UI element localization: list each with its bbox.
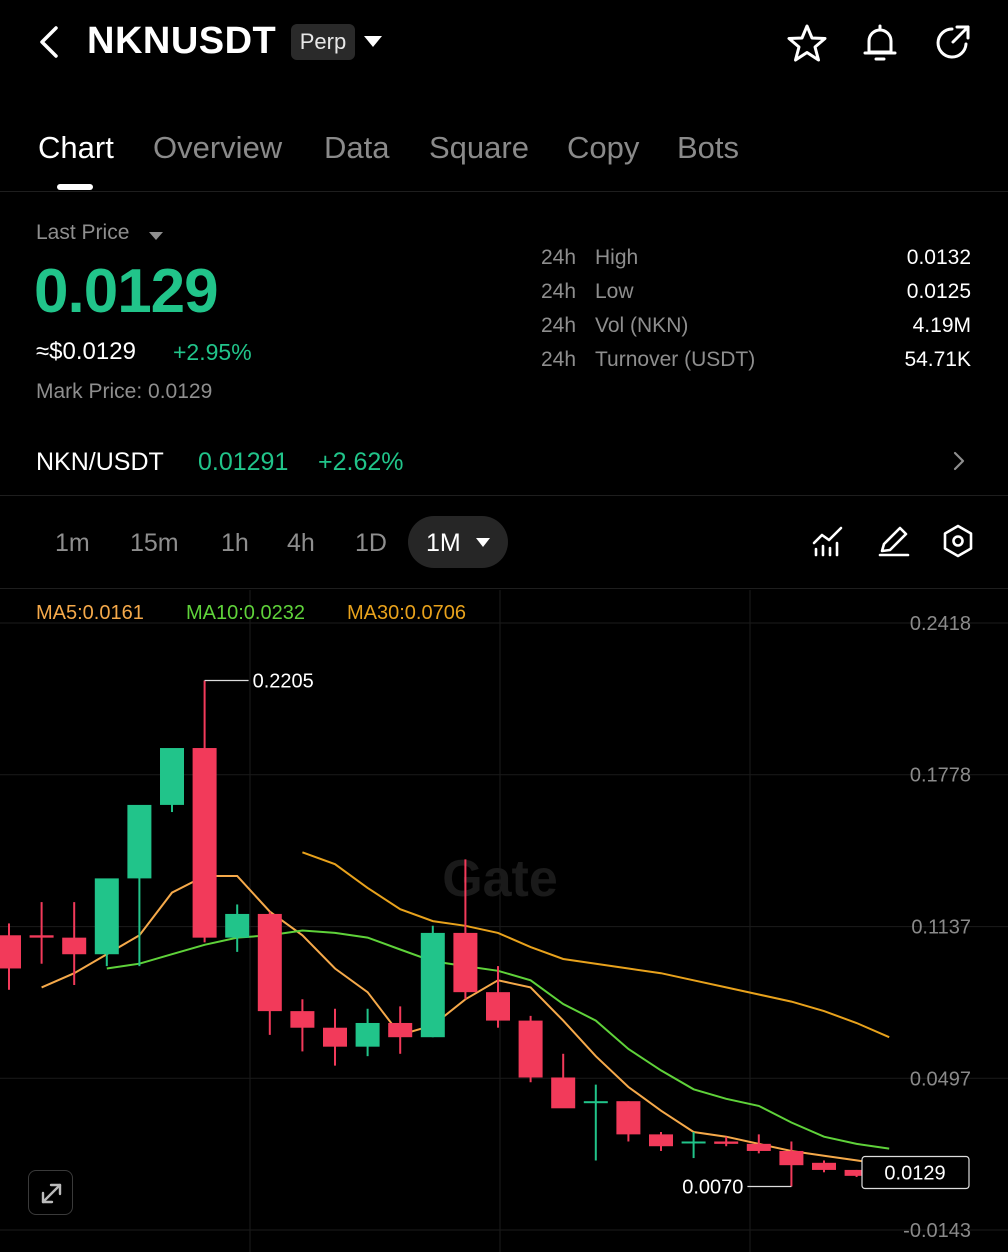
candle-body: [323, 1027, 347, 1047]
candle-body: [453, 932, 478, 993]
candle-body: [714, 1141, 739, 1144]
candle-body: [486, 992, 510, 1021]
stat-label-high: 24h High: [541, 246, 639, 269]
interval-selected[interactable]: 1M: [408, 516, 508, 568]
candle-body: [225, 913, 250, 938]
main-tabs: Chart Overview Data Square Copy Bots: [0, 120, 1008, 192]
y-axis-tick-label: 0.0497: [910, 1068, 971, 1090]
candle-body: [812, 1162, 836, 1170]
tab-data[interactable]: Data: [324, 130, 389, 166]
stat-value-low: 0.0125: [906, 280, 971, 303]
stat-label-low: 24h Low: [541, 280, 634, 303]
mark-price: Mark Price: 0.0129: [36, 380, 213, 403]
interval-dropdown-icon: [476, 538, 490, 547]
candle-body: [94, 878, 119, 955]
min-price-label: 0.0070: [682, 1177, 743, 1199]
expand-icon: [41, 1183, 62, 1204]
interval-selected-label: 1M: [426, 529, 461, 557]
stat-value-high: 0.0132: [906, 246, 971, 269]
candle-body: [388, 1022, 413, 1038]
y-axis-tick-label: 0.1137: [911, 917, 971, 939]
candle-body: [355, 1022, 380, 1047]
candle-body: [518, 1020, 543, 1078]
ma10-indicator: MA10:0.0232: [186, 602, 305, 624]
price-type-dropdown-icon[interactable]: [149, 232, 163, 240]
max-price-label: 0.2205: [253, 670, 314, 692]
candlestick-chart[interactable]: 0.2418 0.1778 0.1137 0.0497 -0.0143 Gate 0.220…: [0, 590, 1008, 1252]
spot-pair-name: NKN/USDT: [36, 448, 164, 476]
settings-icon[interactable]: [938, 521, 978, 561]
bell-icon[interactable]: [859, 22, 901, 64]
back-arrow-icon[interactable]: [34, 22, 64, 62]
stat-label-volume: 24h Vol (NKN): [541, 314, 689, 337]
stat-value-volume: 4.19M: [912, 314, 971, 337]
contract-type-badge[interactable]: Perp: [291, 24, 355, 60]
candle-body: [290, 1011, 315, 1028]
ma30-indicator: MA30:0.0706: [347, 602, 466, 624]
share-icon[interactable]: [932, 22, 974, 64]
ma30-line: [302, 851, 890, 1039]
interval-1m[interactable]: 1m: [55, 529, 90, 558]
interval-bar: 1m 15m 1h 4h 1D 1M: [0, 497, 1008, 589]
candle-body: [160, 748, 184, 805]
fullscreen-button[interactable]: [28, 1170, 73, 1215]
interval-15m[interactable]: 15m: [130, 529, 179, 558]
current-price-label: 0.0129: [884, 1163, 945, 1185]
chevron-right-icon: [953, 451, 965, 471]
draw-icon[interactable]: [874, 521, 914, 561]
price-change: +2.95%: [173, 339, 252, 365]
candle-body: [0, 935, 21, 969]
candle-body: [779, 1150, 804, 1166]
last-price: 0.0129: [34, 257, 219, 326]
ma5-indicator: MA5:0.0161: [36, 602, 144, 624]
price-chart[interactable]: 0.2418 0.1778 0.1137 0.0497 -0.0143 Gate 0.220…: [0, 590, 1008, 1252]
tab-copy[interactable]: Copy: [567, 130, 639, 166]
spot-pair-change: +2.62%: [318, 448, 404, 476]
candle-body: [551, 1077, 576, 1109]
interval-1h[interactable]: 1h: [221, 529, 249, 558]
candle-body: [583, 1101, 608, 1104]
candle-body: [62, 937, 87, 955]
symbol-dropdown-icon[interactable]: [364, 36, 382, 47]
y-axis-tick-label: 0.2418: [910, 613, 971, 635]
spot-pair-row[interactable]: NKN/USDT 0.01291 +2.62%: [0, 430, 1008, 496]
y-axis-tick-label: -0.0143: [903, 1220, 971, 1242]
candle-body: [29, 935, 54, 938]
tab-overview[interactable]: Overview: [153, 130, 282, 166]
gate-watermark: Gate: [442, 850, 558, 908]
candle-body: [681, 1141, 706, 1144]
y-axis-tick-label: 0.1778: [910, 765, 971, 787]
indicator-icon[interactable]: [808, 521, 848, 561]
last-price-label[interactable]: Last Price: [36, 221, 129, 245]
stat-label-turnover: 24h Turnover (USDT): [541, 348, 756, 371]
candle-body: [420, 932, 445, 1038]
interval-4h[interactable]: 4h: [287, 529, 315, 558]
candle-body: [127, 804, 152, 879]
usd-equivalent: ≈$0.0129: [36, 338, 136, 365]
candle-body: [257, 913, 282, 1012]
interval-1d[interactable]: 1D: [355, 529, 387, 558]
symbol-title[interactable]: NKNUSDT: [87, 20, 276, 63]
tab-chart[interactable]: Chart: [38, 130, 114, 166]
tab-bots[interactable]: Bots: [677, 130, 739, 166]
active-tab-indicator: [57, 184, 93, 190]
star-icon[interactable]: [786, 22, 828, 64]
spot-pair-price: 0.01291: [198, 448, 289, 476]
candle-body: [192, 748, 217, 938]
top-bar: NKNUSDT Perp: [0, 0, 1008, 88]
stat-value-turnover: 54.71K: [904, 348, 971, 371]
candle-body: [616, 1101, 641, 1135]
tab-square[interactable]: Square: [429, 130, 529, 166]
candle-body: [649, 1134, 673, 1147]
ma10-line: [106, 929, 890, 1150]
candle-body: [746, 1143, 771, 1151]
